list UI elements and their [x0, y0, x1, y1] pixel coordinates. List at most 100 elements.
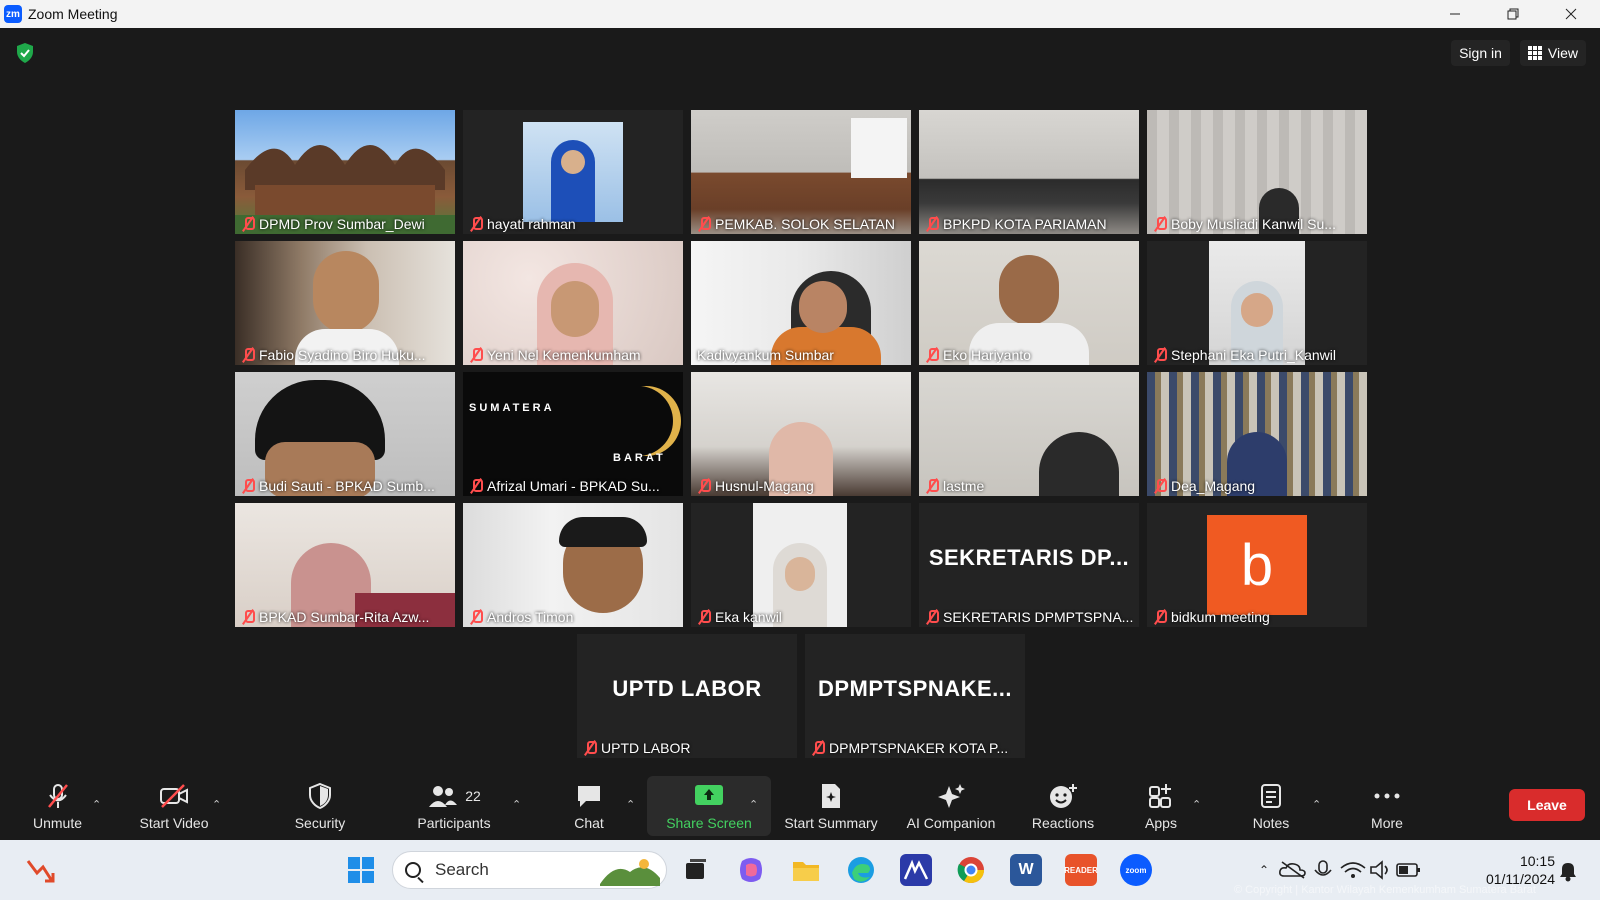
participant-name: Fabio Syadino Biro Huku...	[259, 347, 426, 363]
widgets-stock-icon[interactable]	[24, 854, 56, 886]
start-video-button[interactable]: Start Video	[128, 772, 220, 840]
participant-name: lastme	[943, 478, 985, 494]
video-tile[interactable]: Stephani Eka Putri_Kanwil	[1147, 241, 1367, 365]
battery-icon[interactable]	[1394, 860, 1424, 880]
task-view-icon[interactable]	[680, 854, 712, 886]
copyright-watermark: © Copyright | Kantor Wilayah Kemenkumham…	[1234, 884, 1536, 896]
audio-options-chevron-icon[interactable]: ⌃	[92, 798, 101, 811]
video-tile[interactable]: lastme	[919, 372, 1139, 496]
video-tile[interactable]: UPTD LABOR UPTD LABOR	[577, 634, 797, 758]
participants-icon	[429, 786, 458, 807]
pdf-reader-icon[interactable]: READER	[1064, 854, 1098, 886]
video-tile[interactable]: Budi Sauti - BPKAD Sumb...	[235, 372, 455, 496]
video-tile[interactable]: SUMATERA BARAT Afrizal Umari - BPKAD Su.…	[463, 372, 683, 496]
minimize-icon	[1450, 13, 1460, 15]
apps-button[interactable]: Apps	[1136, 772, 1186, 840]
apps-options-chevron-icon[interactable]: ⌃	[1192, 798, 1201, 811]
microphone-icon[interactable]	[1308, 860, 1338, 880]
reactions-button[interactable]: Reactions	[1022, 772, 1104, 840]
notes-options-chevron-icon[interactable]: ⌃	[1312, 798, 1321, 811]
security-label: Security	[294, 815, 346, 831]
video-tile[interactable]: SEKRETARIS DP... SEKRETARIS DPMPTSPNA...	[919, 503, 1139, 627]
participant-display-name: DPMPTSPNAKE...	[817, 676, 1013, 701]
muted-mic-icon	[925, 217, 939, 231]
close-icon	[1565, 8, 1577, 20]
ai-companion-button[interactable]: AI Companion	[897, 772, 1005, 840]
participants-options-chevron-icon[interactable]: ⌃	[512, 798, 521, 811]
participant-name: Eko Hariyanto	[943, 347, 1031, 363]
start-video-label: Start Video	[139, 815, 209, 831]
video-tile[interactable]: DPMPTSPNAKE... DPMPTSPNAKER KOTA P...	[805, 634, 1025, 758]
muted-mic-icon	[469, 610, 483, 624]
muted-mic-icon	[241, 217, 255, 231]
video-tile[interactable]: PEMKAB. SOLOK SELATAN	[691, 110, 911, 234]
wifi-icon[interactable]	[1338, 860, 1368, 880]
meeting-toolbar: Unmute ⌃ Start Video ⌃ Security 22 Parti…	[0, 772, 1600, 840]
participant-display-name: UPTD LABOR	[612, 676, 762, 701]
participants-label: Participants	[417, 815, 491, 831]
video-tile[interactable]: Eko Hariyanto	[919, 241, 1139, 365]
share-options-chevron-icon[interactable]: ⌃	[749, 798, 758, 811]
encryption-shield-icon[interactable]	[15, 42, 35, 64]
onedrive-cloud-icon[interactable]	[1278, 860, 1308, 880]
show-hidden-icons-chevron-icon[interactable]: ⌃	[1250, 863, 1278, 877]
windows-taskbar: Search W READER zoom ⌃ 10:15 01/11/2024 …	[0, 840, 1600, 900]
notifications-bell-icon[interactable]	[1556, 860, 1580, 882]
minimize-button[interactable]	[1426, 0, 1484, 28]
taskbar-search[interactable]: Search	[392, 851, 667, 889]
video-tile[interactable]: Dea_Magang	[1147, 372, 1367, 496]
video-tile[interactable]: Boby Musliadi Kanwil Su...	[1147, 110, 1367, 234]
video-tile[interactable]: BPKAD Sumbar-Rita Azw...	[235, 503, 455, 627]
video-tile[interactable]: Husnul-Magang	[691, 372, 911, 496]
summary-document-icon	[822, 784, 840, 808]
muted-mic-icon	[241, 348, 255, 362]
participant-name: Dea_Magang	[1171, 478, 1256, 494]
unmute-button[interactable]: Unmute	[20, 772, 95, 840]
participants-button[interactable]: 22 Participants	[404, 772, 504, 840]
participant-name: Budi Sauti - BPKAD Sumb...	[259, 478, 435, 494]
video-tile[interactable]: Andros Timon	[463, 503, 683, 627]
file-explorer-icon[interactable]	[790, 854, 822, 886]
taskbar-clock[interactable]: 10:15 01/11/2024	[1465, 852, 1555, 888]
video-tile[interactable]: Eka kanwil	[691, 503, 911, 627]
apps-icon	[1149, 784, 1171, 808]
video-tile[interactable]: b bidkum meeting	[1147, 503, 1367, 627]
chat-options-chevron-icon[interactable]: ⌃	[626, 798, 635, 811]
video-tile[interactable]: DPMD Prov Sumbar_Dewi	[235, 110, 455, 234]
restore-button[interactable]	[1484, 0, 1542, 28]
volume-icon[interactable]	[1368, 860, 1394, 880]
copilot-icon[interactable]	[735, 854, 767, 886]
more-dots-icon	[1374, 793, 1400, 799]
participant-name: hayati rahman	[487, 216, 576, 232]
video-tile[interactable]: Fabio Syadino Biro Huku...	[235, 241, 455, 365]
search-placeholder: Search	[435, 860, 489, 879]
notes-button[interactable]: Notes	[1246, 772, 1296, 840]
close-button[interactable]	[1542, 0, 1600, 28]
word-icon[interactable]: W	[1010, 854, 1042, 886]
whiteboard-app-icon[interactable]	[900, 854, 932, 886]
chrome-browser-icon[interactable]	[955, 854, 987, 886]
video-tile[interactable]: Yeni Nel Kemenkumham	[463, 241, 683, 365]
microphone-muted-icon	[47, 784, 68, 808]
view-button[interactable]: View	[1519, 40, 1586, 66]
video-tile[interactable]: hayati rahman	[463, 110, 683, 234]
video-tile[interactable]: BPKPD KOTA PARIAMAN	[919, 110, 1139, 234]
video-tile-active-speaker[interactable]: Kadivyankum Sumbar	[691, 241, 911, 365]
sign-in-button[interactable]: Sign in	[1451, 40, 1510, 66]
leave-button[interactable]: Leave	[1509, 789, 1585, 821]
notes-icon	[1261, 784, 1281, 808]
zoom-taskbar-icon[interactable]: zoom	[1120, 854, 1152, 886]
participant-name: Boby Musliadi Kanwil Su...	[1171, 216, 1336, 232]
more-button[interactable]: More	[1362, 772, 1412, 840]
muted-mic-icon	[241, 479, 255, 493]
chat-button[interactable]: Chat	[560, 772, 618, 840]
participant-count: 22	[465, 788, 481, 804]
participant-name: UPTD LABOR	[601, 740, 691, 756]
video-options-chevron-icon[interactable]: ⌃	[212, 798, 221, 811]
participant-name: PEMKAB. SOLOK SELATAN	[715, 216, 895, 232]
windows-start-icon[interactable]	[345, 854, 377, 886]
muted-mic-icon	[697, 479, 711, 493]
edge-browser-icon[interactable]	[845, 854, 877, 886]
start-summary-button[interactable]: Start Summary	[776, 772, 886, 840]
security-button[interactable]: Security	[282, 772, 358, 840]
